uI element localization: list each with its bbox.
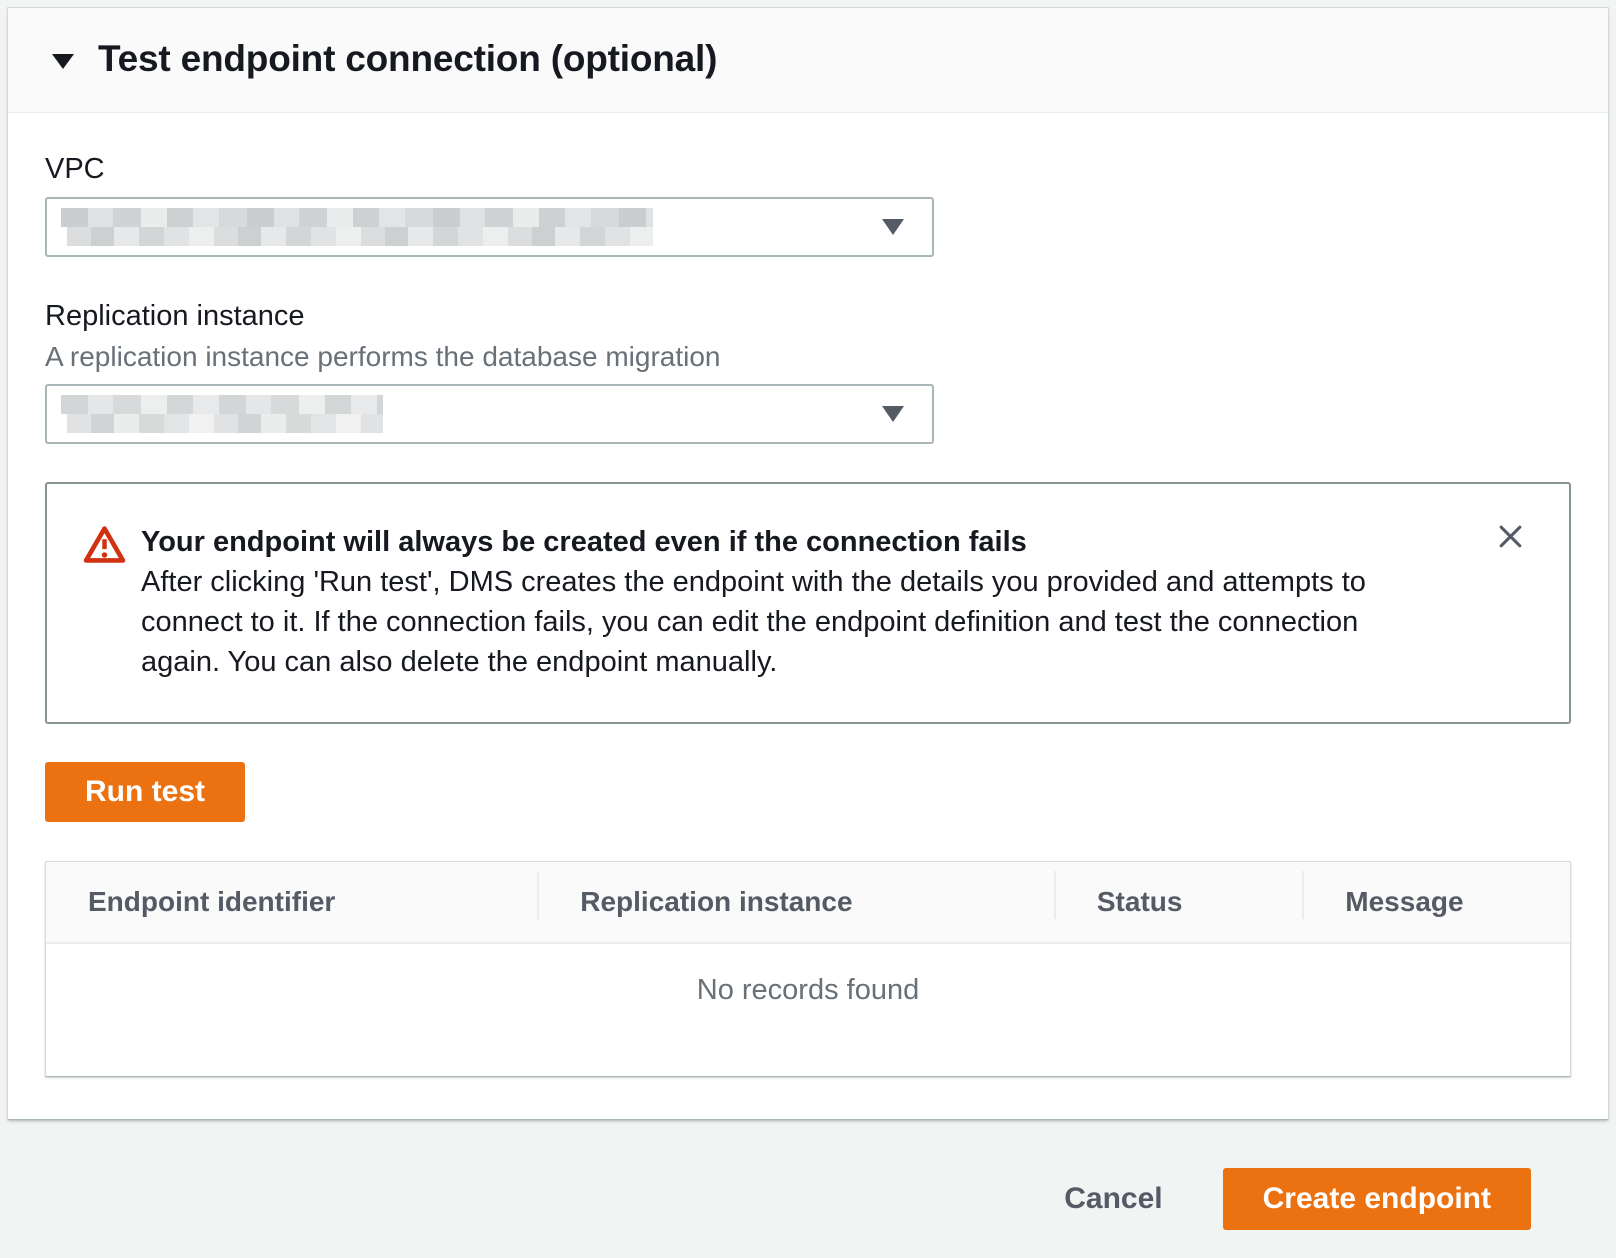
warning-triangle-icon [83, 525, 126, 569]
close-icon [1496, 539, 1525, 554]
endpoint-warning-alert: Your endpoint will always be created eve… [45, 482, 1571, 724]
column-header-message: Message [1303, 886, 1570, 918]
vpc-select[interactable] [45, 197, 934, 257]
alert-body: After clicking 'Run test', DMS creates t… [141, 562, 1366, 682]
footer-actions: Cancel Create endpoint [7, 1120, 1609, 1230]
cancel-button[interactable]: Cancel [1030, 1168, 1196, 1230]
create-endpoint-button[interactable]: Create endpoint [1223, 1168, 1531, 1230]
section-body: VPC Replication instance A replication i… [8, 113, 1608, 1119]
run-test-button[interactable]: Run test [45, 762, 245, 822]
replication-instance-description: A replication instance performs the data… [45, 338, 1571, 376]
redacted-vpc-value [61, 208, 653, 246]
section-header[interactable]: Test endpoint connection (optional) [8, 8, 1608, 113]
column-header-replication-instance: Replication instance [538, 886, 1055, 918]
section-title: Test endpoint connection (optional) [98, 38, 717, 80]
page: Test endpoint connection (optional) VPC … [0, 0, 1616, 1230]
table-empty-message: No records found [46, 944, 1570, 1076]
chevron-down-icon [882, 406, 904, 422]
test-results-table: Endpoint identifier Replication instance… [45, 861, 1571, 1077]
replication-instance-label: Replication instance [45, 296, 1571, 336]
vpc-label: VPC [45, 149, 1571, 189]
column-header-status: Status [1055, 886, 1303, 918]
alert-dismiss-button[interactable] [1490, 516, 1531, 557]
redacted-replication-instance-value [61, 395, 383, 433]
alert-text: Your endpoint will always be created eve… [141, 522, 1446, 682]
replication-instance-field: Replication instance A replication insta… [45, 296, 1571, 444]
chevron-down-icon [882, 219, 904, 235]
alert-title: Your endpoint will always be created eve… [141, 522, 1366, 562]
table-header-row: Endpoint identifier Replication instance… [46, 862, 1570, 944]
collapse-triangle-icon[interactable] [52, 54, 74, 69]
column-header-endpoint-identifier: Endpoint identifier [46, 886, 538, 918]
test-endpoint-connection-section: Test endpoint connection (optional) VPC … [7, 7, 1609, 1120]
replication-instance-select[interactable] [45, 384, 934, 444]
vpc-field: VPC [45, 149, 1571, 257]
